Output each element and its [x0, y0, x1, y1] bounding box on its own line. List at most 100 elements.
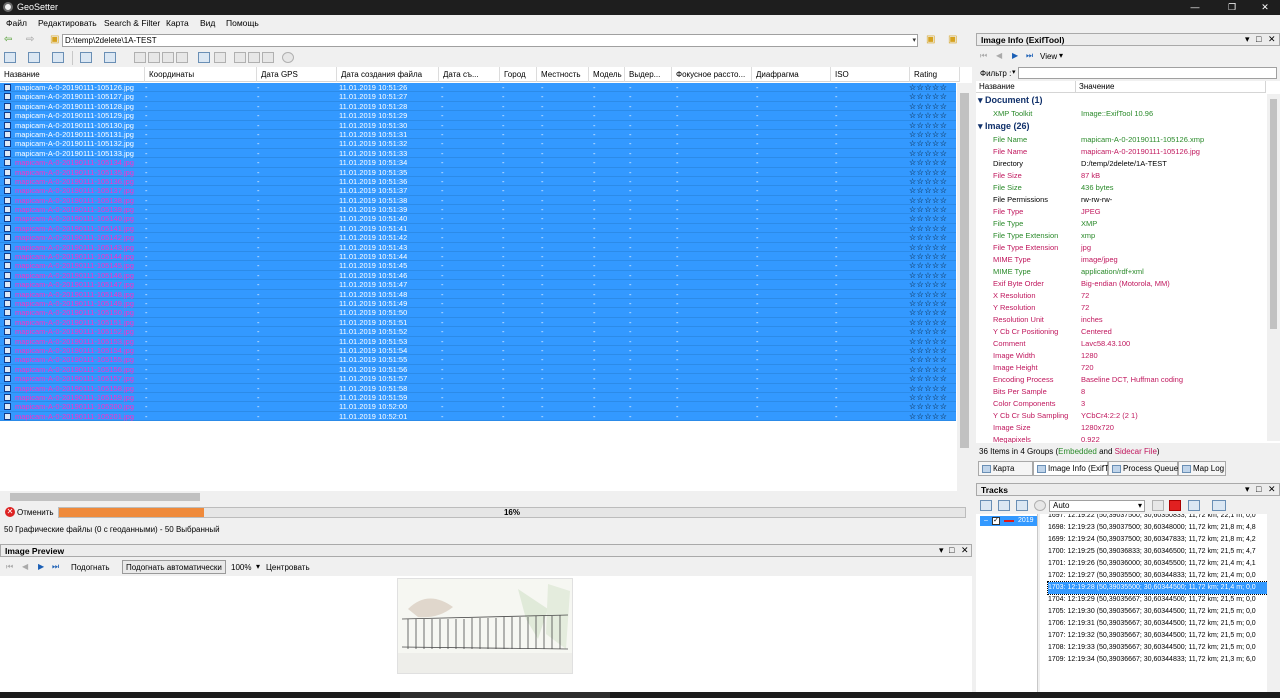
exif-row[interactable]: Image Size 1280x720 [976, 422, 1266, 434]
panel-close-icon[interactable]: ✕ [1268, 34, 1276, 45]
zoom-value[interactable]: 100% [231, 563, 251, 572]
table-row[interactable]: mapicam-A-0-20190111-105128.jpg - - 11.01.2… [0, 101, 956, 112]
table-row[interactable]: mapicam-A-0-20190111-105156.jpg - - 11.01.2… [0, 364, 956, 375]
tracks-vertical-scrollbar[interactable] [1267, 514, 1280, 692]
auto-fit-button[interactable]: Подогнать автоматически [122, 560, 226, 574]
rating-stars[interactable]: ☆☆☆☆☆ [909, 168, 947, 177]
menu-edit[interactable]: Редактировать [38, 18, 97, 28]
exif-row[interactable]: File Type XMP [976, 218, 1266, 230]
panel-float-icon[interactable]: □ [949, 545, 954, 556]
exif-row[interactable]: Bits Per Sample 8 [976, 386, 1266, 398]
exif-row[interactable]: Y Resolution 72 [976, 302, 1266, 314]
table-row[interactable]: mapicam-A-0-20190111-105159.jpg - - 11.01.2… [0, 392, 956, 403]
track-point-row[interactable]: 1698: 12:19:23 (50,39037500; 30,60348000… [1048, 522, 1270, 534]
exif-col-name[interactable]: Название [976, 81, 1076, 93]
rating-stars[interactable]: ☆☆☆☆☆ [909, 243, 947, 252]
rating-stars[interactable]: ☆☆☆☆☆ [909, 111, 947, 120]
cancel-button[interactable]: Отменить [17, 508, 54, 517]
center-button[interactable]: Центровать [266, 563, 310, 572]
rating-stars[interactable]: ☆☆☆☆☆ [909, 214, 947, 223]
panel-menu-icon[interactable]: ▾ [1245, 484, 1250, 495]
map-icon[interactable] [198, 52, 210, 63]
next-icon[interactable]: ▶ [38, 562, 44, 571]
table-row[interactable]: mapicam-A-0-20190111-105157.jpg - - 11.01.2… [0, 374, 956, 384]
exif-row[interactable]: Exif Byte Order Big-endian (Motorola, MM) [976, 278, 1266, 290]
rating-stars[interactable]: ☆☆☆☆☆ [909, 346, 947, 355]
exif-row[interactable]: Image Width 1280 [976, 350, 1266, 362]
close-button[interactable]: ✕ [1248, 1, 1280, 14]
table-row[interactable]: mapicam-A-0-20190111-105152.jpg - - 11.01.2… [0, 327, 956, 337]
table-row[interactable]: mapicam-A-0-20190111-105138.jpg - - 11.01.2… [0, 195, 956, 206]
track-list-item[interactable]: – ✓ 2019 [980, 516, 1037, 526]
table-row[interactable]: mapicam-A-0-20190111-105130.jpg - - 11.01.2… [0, 120, 956, 130]
table-row[interactable]: mapicam-A-0-20190111-105146.jpg - - 11.01.2… [0, 270, 956, 281]
table-row[interactable]: mapicam-A-0-20190111-105145.jpg - - 11.01.2… [0, 261, 956, 271]
save-icon[interactable] [262, 52, 274, 63]
table-row[interactable]: mapicam-A-0-20190111-105126.jpg - - 11.01.2… [0, 83, 956, 93]
exif-row[interactable]: XMP Toolkit Image::ExifTool 10.96 [976, 108, 1266, 120]
first-icon[interactable]: ⏮ [6, 562, 13, 572]
table-row[interactable]: mapicam-A-0-20190111-105135.jpg - - 11.01.2… [0, 167, 956, 177]
exif-row[interactable]: MIME Type application/rdf+xml [976, 266, 1266, 278]
track-point-row[interactable]: 1709: 12:19:34 (50,39036667; 30,60344833… [1048, 654, 1270, 666]
comment-icon[interactable] [1152, 500, 1164, 511]
rating-stars[interactable]: ☆☆☆☆☆ [909, 308, 947, 317]
track-point-row[interactable]: 1705: 12:19:30 (50,39035667; 30,60344500… [1048, 606, 1270, 618]
save-track-icon[interactable] [998, 500, 1010, 511]
menu-map[interactable]: Карта [166, 18, 189, 28]
table-row[interactable]: mapicam-A-0-20190111-105141.jpg - - 11.01.2… [0, 223, 956, 234]
col-gps-date[interactable]: Дата GPS [257, 67, 337, 82]
forward-arrow-icon[interactable]: ⇨ [26, 35, 34, 45]
rating-stars[interactable]: ☆☆☆☆☆ [909, 196, 947, 205]
exif-row[interactable]: Megapixels 0.922 [976, 434, 1266, 443]
rating-stars[interactable]: ☆☆☆☆☆ [909, 102, 947, 111]
panel-float-icon[interactable]: □ [1256, 484, 1261, 495]
table-row[interactable]: mapicam-A-0-20190111-105148.jpg - - 11.01.2… [0, 289, 956, 299]
scroll-thumb[interactable] [10, 493, 200, 501]
table-row[interactable]: mapicam-A-0-20190111-105133.jpg - - 11.01.2… [0, 148, 956, 159]
exif-row[interactable]: File Type JPEG [976, 206, 1266, 218]
assign-track-icon[interactable] [1188, 500, 1200, 511]
tab-image-info[interactable]: Image Info (ExifTool) [1033, 461, 1121, 476]
grid-horizontal-scrollbar[interactable] [0, 491, 972, 503]
exif-row[interactable]: File Permissions rw-rw-rw- [976, 194, 1266, 206]
menu-file[interactable]: Файл [6, 18, 27, 28]
filter-input[interactable] [1018, 67, 1277, 79]
fit-button[interactable]: Подогнать [71, 563, 110, 572]
scroll-thumb[interactable] [1270, 99, 1277, 329]
table-row[interactable]: mapicam-A-0-20190111-105140.jpg - - 11.01.2… [0, 214, 956, 224]
col-aperture[interactable]: Диафрагма [752, 67, 831, 82]
table-row[interactable]: mapicam-A-0-20190111-105151.jpg - - 11.01.2… [0, 317, 956, 328]
table-row[interactable]: mapicam-A-0-20190111-105153.jpg - - 11.01.2… [0, 336, 956, 346]
exif-row[interactable]: Comment Lavc58.43.100 [976, 338, 1266, 350]
cut-icon[interactable] [134, 52, 146, 63]
undo-icon[interactable] [234, 52, 246, 63]
track-point-row[interactable]: 1700: 12:19:25 (50,39036833; 30,60346500… [1048, 546, 1270, 558]
open-track-icon[interactable] [980, 500, 992, 511]
track-point-row[interactable]: 1708: 12:19:33 (50,39035667; 30,60344500… [1048, 642, 1270, 654]
rating-stars[interactable]: ☆☆☆☆☆ [909, 393, 947, 402]
edit-data-icon[interactable] [28, 52, 40, 63]
exif-row[interactable]: File Name mapicam-A-0-20190111-105126.xmp [976, 134, 1266, 146]
rating-stars[interactable]: ☆☆☆☆☆ [909, 233, 947, 242]
rating-stars[interactable]: ☆☆☆☆☆ [909, 92, 947, 101]
track-point-row[interactable]: 1704: 12:19:29 (50,39035667; 30,60344500… [1048, 594, 1270, 606]
table-row[interactable]: mapicam-A-0-20190111-105134.jpg - - 11.01.2… [0, 158, 956, 168]
rating-stars[interactable]: ☆☆☆☆☆ [909, 402, 947, 411]
panel-close-icon[interactable]: ✕ [1268, 484, 1276, 495]
scroll-thumb[interactable] [960, 93, 969, 448]
track-point-row[interactable]: 1701: 12:19:26 (50,39036000; 30,60345500… [1048, 558, 1270, 570]
search-icon[interactable] [1034, 500, 1046, 511]
exif-row[interactable]: File Size 436 bytes [976, 182, 1266, 194]
globe-icon[interactable] [282, 52, 294, 63]
table-row[interactable]: mapicam-A-0-20190111-105144.jpg - - 11.01.2… [0, 252, 956, 262]
exif-group[interactable]: ▾ Image (26) [978, 121, 1030, 132]
redo-icon[interactable] [248, 52, 260, 63]
refresh-icon[interactable] [52, 52, 64, 63]
cancel-icon[interactable]: ✕ [5, 507, 15, 517]
first-icon[interactable]: ⏮ [980, 51, 987, 61]
table-row[interactable]: mapicam-A-0-20190111-105139.jpg - - 11.01.2… [0, 205, 956, 215]
table-row[interactable]: mapicam-A-0-20190111-105127.jpg - - 11.01.2… [0, 92, 956, 102]
track-checkbox[interactable]: ✓ [992, 517, 1000, 525]
rating-stars[interactable]: ☆☆☆☆☆ [909, 261, 947, 270]
